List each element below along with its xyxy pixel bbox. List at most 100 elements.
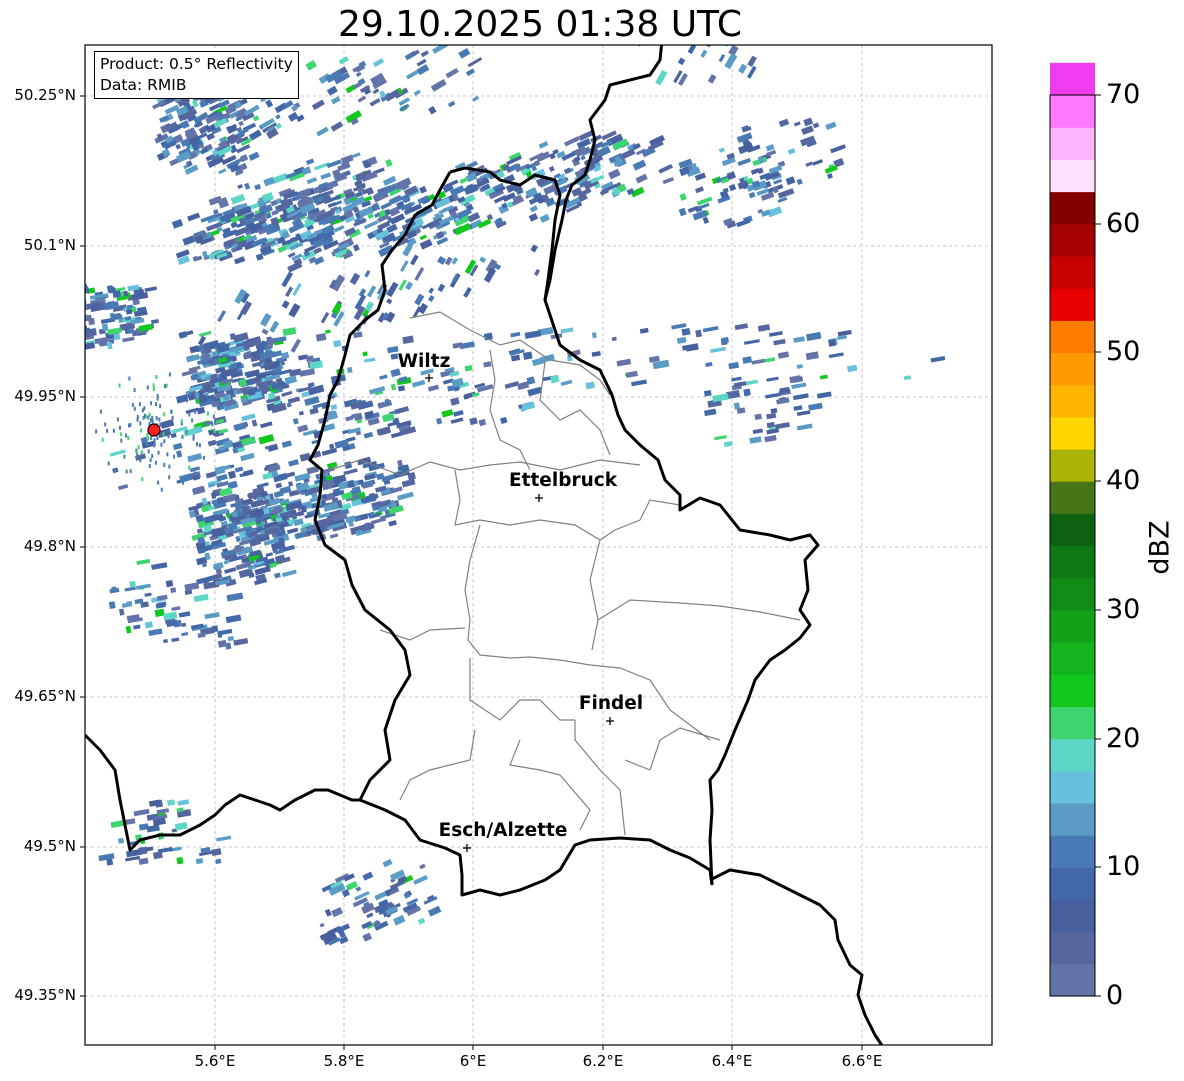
colorbar-segment (1050, 288, 1095, 321)
echo-cell (147, 449, 150, 454)
echo-cell (410, 49, 420, 58)
echo-cell (793, 393, 809, 401)
echo-cell (185, 429, 188, 434)
echo-cell (333, 339, 342, 348)
echo-cell (808, 402, 823, 411)
echo-cell (124, 818, 136, 825)
echo-cell (705, 21, 716, 36)
echo-cell (402, 335, 414, 344)
lat-label: 49.35°N (14, 986, 76, 1004)
echo-cell (731, 376, 742, 382)
echo-cell (189, 391, 192, 396)
echo-cell (479, 256, 487, 263)
echo-cell (151, 454, 154, 458)
echo-cell (150, 318, 159, 325)
echo-cell (393, 914, 406, 926)
echo-cell (427, 905, 442, 917)
echo-cell (728, 361, 740, 370)
echo-cell (280, 351, 290, 360)
colorbar-segment (1050, 191, 1095, 225)
echo-cell (450, 417, 464, 424)
echo-cell (152, 851, 163, 860)
echo-cell (146, 442, 149, 446)
echo-cell (397, 459, 403, 467)
echo-cell (123, 454, 126, 459)
echo-cell (148, 628, 163, 637)
echo-cell (155, 402, 157, 407)
echo-cell (213, 209, 219, 215)
echo-cell (796, 410, 811, 417)
echo-cell (372, 58, 385, 68)
colorbar-segment (1050, 770, 1095, 804)
echo-cell (372, 88, 380, 95)
echo-cell (704, 408, 717, 417)
echo-cell (548, 165, 555, 172)
echo-cell (538, 141, 549, 149)
echo-cell (110, 820, 125, 829)
echo-cell (636, 45, 648, 47)
echo-cell (224, 567, 237, 574)
echo-cell (137, 445, 140, 450)
echo-cell (435, 417, 443, 425)
echo-cell (413, 875, 428, 885)
echo-cell (816, 391, 832, 399)
echo-cell (419, 234, 427, 241)
echo-cell (138, 402, 141, 407)
echo-cell (796, 178, 803, 185)
echo-cell (146, 385, 149, 390)
echo-cell (306, 177, 318, 185)
echo-cell (66, 305, 71, 309)
echo-cell (290, 338, 302, 353)
echo-cell (608, 168, 621, 180)
echo-cell (129, 469, 132, 474)
echo-cell (158, 417, 161, 422)
echo-cell (159, 115, 169, 123)
echo-cell (510, 354, 521, 362)
echo-cell (522, 351, 533, 360)
echo-cell (757, 167, 764, 174)
colorbar-segment (1050, 384, 1095, 418)
echo-cell (826, 173, 833, 180)
echo-cell (106, 428, 109, 433)
echo-cell (837, 329, 852, 337)
echo-cell (230, 193, 246, 205)
echo-cell (580, 155, 586, 161)
echo-cell (805, 161, 813, 167)
echo-cell (299, 368, 316, 377)
echo-cell (311, 99, 325, 111)
colorbar-segment (1050, 642, 1095, 675)
colorbar-segment (1050, 706, 1095, 740)
echo-cell (774, 422, 790, 430)
echo-cell (229, 333, 236, 340)
echo-cell (164, 104, 180, 115)
echo-cell (764, 434, 777, 443)
echo-cell (530, 244, 539, 253)
echo-cell (129, 580, 136, 588)
echo-cell (144, 592, 152, 597)
echo-cell (187, 212, 201, 222)
echo-cell (65, 312, 74, 317)
echo-cell (812, 122, 820, 129)
echo-cell (163, 412, 166, 417)
colorbar-segment (1050, 159, 1095, 193)
echo-cell (248, 151, 260, 161)
echo-cell (230, 221, 238, 229)
echo-cell (671, 323, 687, 330)
echo-cell (59, 291, 68, 296)
echo-cell (234, 422, 247, 432)
echo-cell (382, 858, 393, 868)
echo-cell (305, 59, 317, 71)
echo-cell (333, 225, 345, 233)
echo-cell (281, 271, 294, 288)
echo-cell (121, 602, 133, 608)
echo-cell (825, 121, 837, 130)
echo-cell (414, 267, 425, 281)
echo-cell (233, 638, 249, 646)
echo-cell (349, 272, 361, 285)
echo-cell (430, 79, 447, 92)
echo-cell (281, 300, 290, 309)
city-label-esch-alzette: Esch/Alzette (438, 820, 568, 841)
echo-cell (747, 65, 757, 79)
echo-cell (539, 213, 550, 223)
echo-cell (211, 848, 222, 857)
